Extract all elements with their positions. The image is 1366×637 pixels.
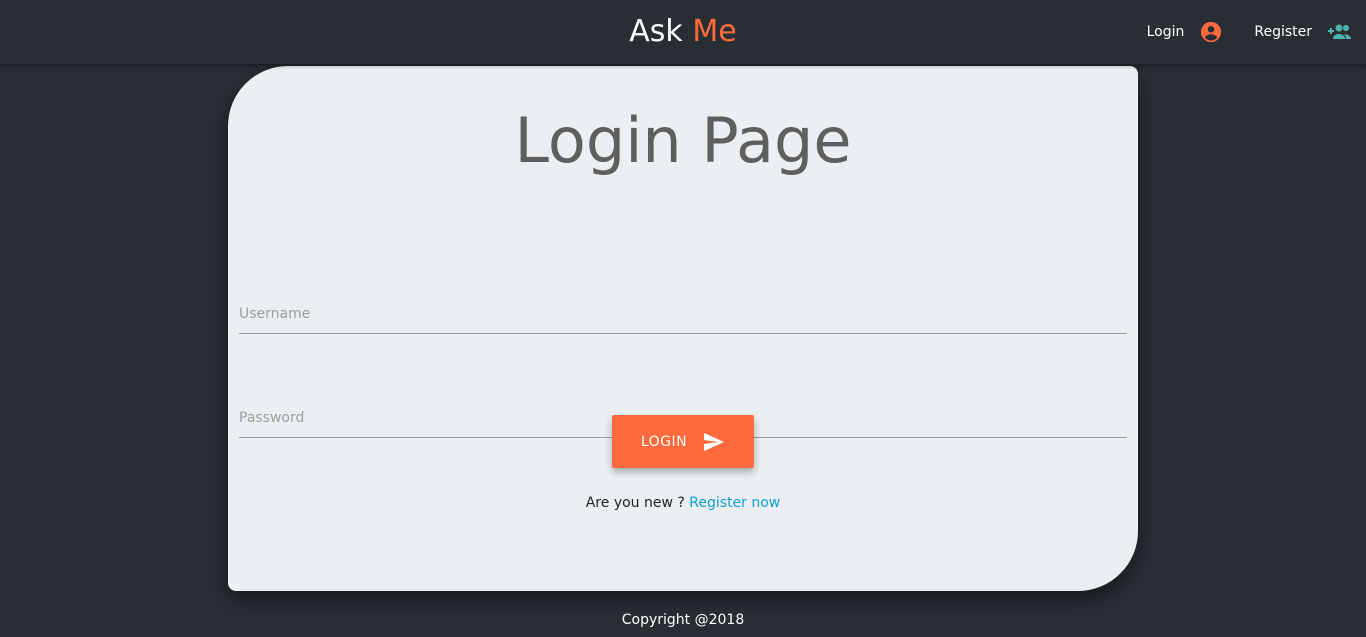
- page-title: Login Page: [514, 104, 852, 177]
- register-prompt-line: Are you new ? Register now: [228, 495, 1138, 511]
- footer-copyright: Copyright @2018: [621, 612, 745, 628]
- brand-name-accent[interactable]: Me: [692, 14, 736, 49]
- login-card: Login Page LOGIN Are you new ? Register …: [228, 66, 1138, 591]
- username-field-wrapper: [239, 294, 1127, 334]
- nav-login-link[interactable]: Login: [1147, 21, 1223, 43]
- register-prompt-text: Are you new ?: [585, 495, 685, 511]
- send-icon: [703, 432, 725, 452]
- username-input[interactable]: [239, 294, 1127, 333]
- nav-links: Login Register: [1147, 0, 1352, 64]
- nav-register-link[interactable]: Register: [1254, 23, 1352, 41]
- account-circle-icon: [1200, 21, 1222, 43]
- top-navbar: Ask Me Login Register: [0, 0, 1366, 64]
- group-add-icon: [1326, 23, 1352, 41]
- login-button-label: LOGIN: [640, 433, 688, 450]
- login-button[interactable]: LOGIN: [612, 415, 754, 468]
- nav-login-label: Login: [1146, 24, 1185, 40]
- brand-name[interactable]: Ask: [629, 14, 683, 49]
- register-now-link[interactable]: Register now: [689, 495, 780, 511]
- nav-register-label: Register: [1254, 24, 1312, 40]
